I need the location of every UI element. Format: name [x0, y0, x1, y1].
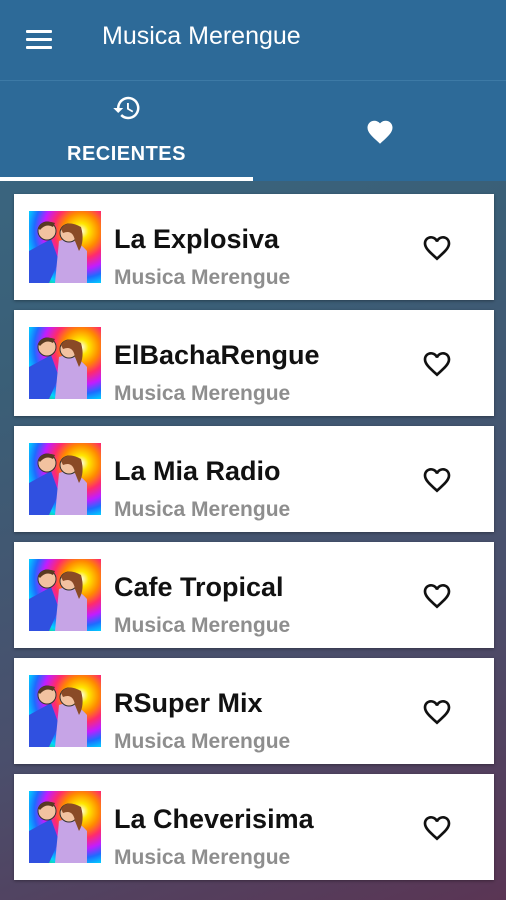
station-genre: Musica Merengue — [114, 266, 291, 289]
app-bar: Musica Merengue — [0, 0, 506, 80]
station-name: La Explosiva — [114, 224, 280, 254]
station-artwork — [29, 327, 101, 399]
station-card[interactable]: ElBachaRengue Musica Merengue — [14, 310, 494, 416]
station-genre: Musica Merengue — [114, 498, 291, 521]
station-genre: Musica Merengue — [114, 382, 291, 405]
station-artwork — [29, 443, 101, 515]
heart-outline-icon[interactable] — [420, 348, 454, 380]
tab-favorites[interactable] — [253, 81, 506, 181]
tab-recientes[interactable]: RECIENTES — [0, 81, 253, 181]
tab-bar: RECIENTES — [0, 80, 506, 181]
app-title: Musica Merengue — [102, 22, 301, 50]
station-card[interactable]: La Mia Radio Musica Merengue — [14, 426, 494, 532]
heart-outline-icon[interactable] — [420, 580, 454, 612]
heart-filled-icon — [367, 120, 393, 144]
station-name: Cafe Tropical — [114, 572, 284, 602]
station-artwork — [29, 791, 101, 863]
station-name: ElBachaRengue — [114, 340, 320, 370]
station-artwork — [29, 675, 101, 747]
station-genre: Musica Merengue — [114, 730, 291, 753]
tab-recientes-label: RECIENTES — [67, 143, 186, 165]
station-genre: Musica Merengue — [114, 614, 291, 637]
heart-outline-icon[interactable] — [420, 812, 454, 844]
station-name: La Mia Radio — [114, 456, 281, 486]
selected-tab-indicator — [0, 177, 253, 181]
station-name: La Cheverisima — [114, 804, 314, 834]
station-name: RSuper Mix — [114, 688, 263, 718]
hamburger-menu-icon[interactable] — [24, 26, 56, 54]
station-card[interactable]: RSuper Mix Musica Merengue — [14, 658, 494, 764]
heart-outline-icon[interactable] — [420, 464, 454, 496]
history-icon — [113, 96, 140, 120]
heart-outline-icon[interactable] — [420, 232, 454, 264]
station-genre: Musica Merengue — [114, 846, 291, 869]
station-card[interactable]: Cafe Tropical Musica Merengue — [14, 542, 494, 648]
heart-outline-icon[interactable] — [420, 696, 454, 728]
station-artwork — [29, 559, 101, 631]
station-card[interactable]: La Explosiva Musica Merengue — [14, 194, 494, 300]
station-artwork — [29, 211, 101, 283]
station-card[interactable]: La Cheverisima Musica Merengue — [14, 774, 494, 880]
